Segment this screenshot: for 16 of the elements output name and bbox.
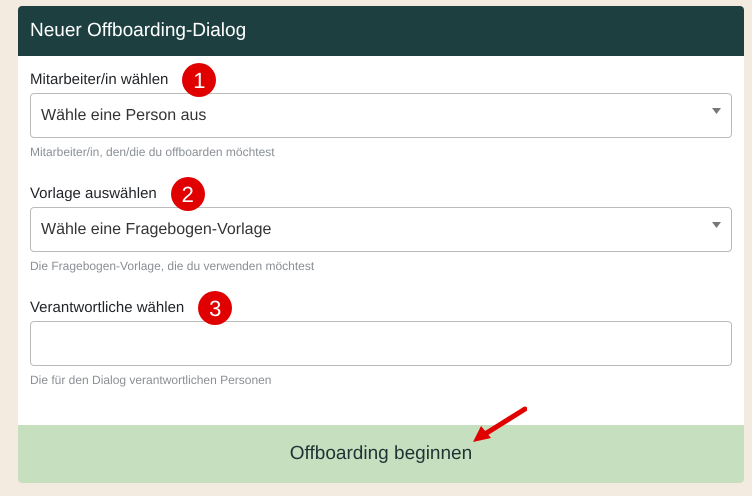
field-label: Vorlage auswählen [30,184,157,204]
step-marker: 2 [170,177,205,211]
field-label: Verantwortliche wählen [30,298,184,318]
arrow-icon [471,406,527,444]
caret-icon [712,222,721,228]
step-marker: 1 [182,63,216,97]
field-label: Mitarbeiter/in wählen [30,70,168,90]
field-hint: Die Fragebogen-Vorlage, die du verwenden möchtest [30,258,316,274]
select-field[interactable]: Wähle eine Fragebogen-Vorlage [30,207,732,252]
select-field[interactable]: Wähle eine Person aus [30,93,732,138]
input-field[interactable] [30,321,732,366]
caret-icon [712,108,721,114]
field-hint: Die für den Dialog verantwortlichen Personen [30,372,272,388]
field-hint: Mitarbeiter/in, den/die du offboarden möchtest [30,144,276,160]
dialog-title: Neuer Offboarding-Dialog [30,18,246,43]
submit-button[interactable]: Offboarding beginnen [18,425,744,483]
